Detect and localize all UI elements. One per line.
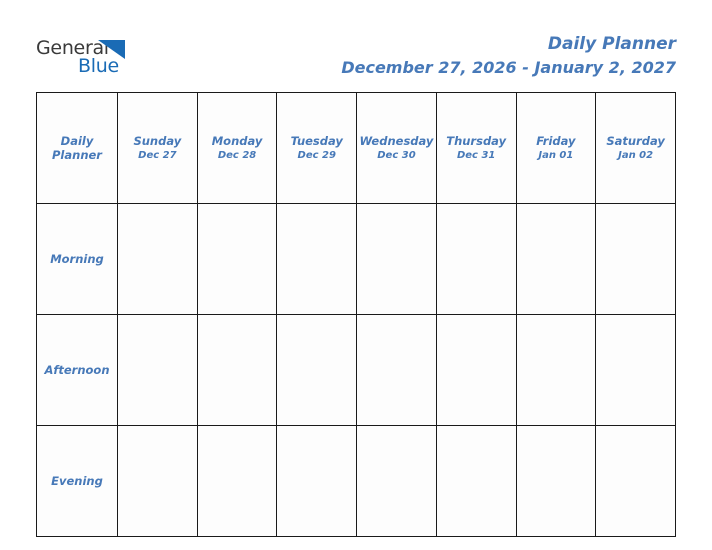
planner-cell-afternoon-thursday[interactable]	[435, 314, 517, 426]
column-header-day-name: Friday	[536, 133, 576, 148]
table-row-morning: Morning	[36, 203, 676, 315]
planner-cell-morning-sunday[interactable]	[117, 203, 198, 315]
planner-cell-morning-friday[interactable]	[515, 203, 597, 315]
planner-cell-evening-friday[interactable]	[515, 425, 597, 537]
table-row-afternoon: Afternoon	[36, 314, 676, 426]
column-header-date: Dec 31	[456, 149, 496, 161]
column-header-day-name: Tuesday	[290, 133, 343, 148]
planner-cell-afternoon-wednesday[interactable]	[356, 314, 437, 426]
planner-cell-evening-wednesday[interactable]	[356, 425, 437, 537]
column-header-date: Jan 01	[538, 149, 574, 161]
planner-cell-morning-monday[interactable]	[196, 203, 278, 315]
column-header-tuesday: Tuesday Dec 29	[276, 92, 358, 204]
column-header-date: Dec 27	[138, 149, 177, 161]
planner-cell-morning-thursday[interactable]	[435, 203, 517, 315]
row-label-text: Evening	[51, 474, 103, 488]
generalblue-logo: General Blue	[36, 38, 156, 78]
column-header-date: Dec 29	[297, 149, 336, 161]
row-header-morning: Morning	[36, 203, 118, 315]
column-header-date: Jan 02	[618, 149, 654, 161]
planner-cell-evening-monday[interactable]	[196, 425, 278, 537]
table-header-row: Daily Planner Sunday Dec 27 Monday Dec 2…	[36, 92, 676, 204]
table-row-evening: Evening	[36, 425, 676, 537]
planner-cell-evening-saturday[interactable]	[595, 425, 676, 537]
column-header-day-name: Saturday	[606, 133, 665, 148]
column-header-sunday: Sunday Dec 27	[117, 92, 198, 204]
column-header-saturday: Saturday Jan 02	[595, 92, 676, 204]
planner-cell-morning-tuesday[interactable]	[276, 203, 358, 315]
planner-cell-morning-saturday[interactable]	[595, 203, 676, 315]
corner-label-line2: Planner	[52, 148, 102, 162]
planner-cell-afternoon-saturday[interactable]	[595, 314, 676, 426]
table-corner-header: Daily Planner	[36, 92, 118, 204]
planner-cell-afternoon-monday[interactable]	[196, 314, 278, 426]
planner-table: Daily Planner Sunday Dec 27 Monday Dec 2…	[36, 92, 676, 537]
planner-cell-afternoon-sunday[interactable]	[117, 314, 198, 426]
column-header-day-name: Sunday	[133, 133, 182, 148]
column-header-friday: Friday Jan 01	[515, 92, 597, 204]
planner-cell-evening-sunday[interactable]	[117, 425, 198, 537]
row-header-evening: Evening	[36, 425, 118, 537]
planner-cell-evening-thursday[interactable]	[435, 425, 517, 537]
planner-cell-evening-tuesday[interactable]	[276, 425, 358, 537]
column-header-day-name: Monday	[211, 133, 263, 148]
row-header-afternoon: Afternoon	[36, 314, 118, 426]
page-header: General Blue Daily Planner December 27, …	[0, 0, 712, 92]
column-header-day-name: Wednesday	[359, 133, 434, 148]
date-range-label: December 27, 2026 - January 2, 2027	[341, 58, 676, 77]
column-header-wednesday: Wednesday Dec 30	[356, 92, 437, 204]
planner-cell-morning-wednesday[interactable]	[356, 203, 437, 315]
planner-cell-afternoon-tuesday[interactable]	[276, 314, 358, 426]
row-label-text: Morning	[50, 252, 104, 266]
planner-cell-afternoon-friday[interactable]	[515, 314, 597, 426]
column-header-day-name: Thursday	[446, 133, 507, 148]
title-block: Daily Planner December 27, 2026 - Januar…	[341, 33, 676, 79]
logo-text-blue: Blue	[78, 55, 119, 77]
corner-label-line1: Daily	[60, 134, 94, 148]
column-header-date: Dec 28	[217, 149, 257, 161]
row-label-text: Afternoon	[44, 363, 110, 377]
page-title: Daily Planner	[547, 34, 676, 54]
column-header-monday: Monday Dec 28	[196, 92, 278, 204]
column-header-date: Dec 30	[377, 149, 416, 161]
column-header-thursday: Thursday Dec 31	[435, 92, 517, 204]
